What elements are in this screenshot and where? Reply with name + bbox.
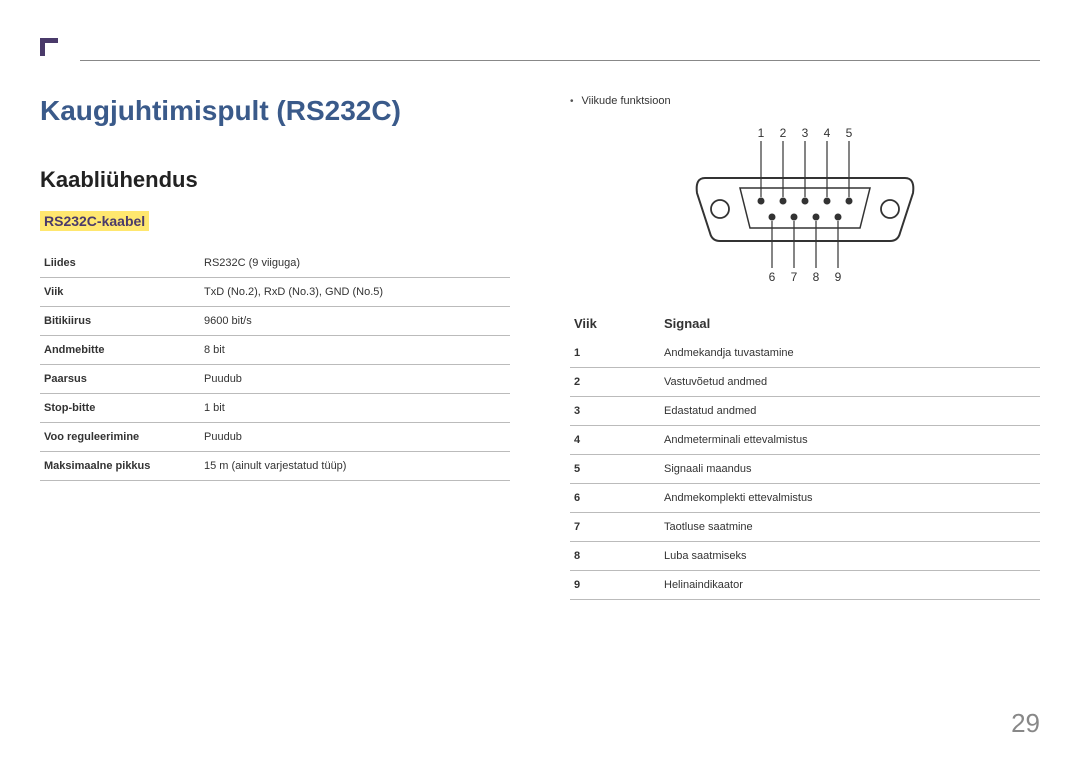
table-row: 4Andmeterminali ettevalmistus xyxy=(570,426,1040,455)
table-row: Bitikiirus9600 bit/s xyxy=(40,307,510,336)
bullet-icon: • xyxy=(570,96,574,107)
table-row: LiidesRS232C (9 viiguga) xyxy=(40,249,510,278)
bullet-text: Viikude funktsioon xyxy=(582,95,671,107)
spec-label: Liides xyxy=(40,249,200,278)
svg-text:1: 1 xyxy=(758,126,765,140)
signal-pin: 2 xyxy=(570,368,660,397)
right-column: • Viikude funktsioon 12345 xyxy=(570,95,1040,600)
signal-name: Andmeterminali ettevalmistus xyxy=(660,426,1040,455)
svg-text:3: 3 xyxy=(802,126,809,140)
spec-label: Bitikiirus xyxy=(40,307,200,336)
signal-pin: 4 xyxy=(570,426,660,455)
spec-table: LiidesRS232C (9 viiguga)ViikTxD (No.2), … xyxy=(40,249,510,481)
spec-value: Puudub xyxy=(200,423,510,452)
svg-text:7: 7 xyxy=(791,270,798,283)
svg-text:9: 9 xyxy=(835,270,842,283)
spec-value: 9600 bit/s xyxy=(200,307,510,336)
signal-name: Vastuvõetud andmed xyxy=(660,368,1040,397)
table-row: ViikTxD (No.2), RxD (No.3), GND (No.5) xyxy=(40,278,510,307)
spec-value: Puudub xyxy=(200,365,510,394)
table-row: 5Signaali maandus xyxy=(570,455,1040,484)
top-rule xyxy=(80,60,1040,61)
table-row: Maksimaalne pikkus15 m (ainult varjestat… xyxy=(40,452,510,481)
svg-text:8: 8 xyxy=(813,270,820,283)
signal-name: Luba saatmiseks xyxy=(660,542,1040,571)
signal-header-pin: Viik xyxy=(570,308,660,339)
signal-pin: 8 xyxy=(570,542,660,571)
left-column: Kaugjuhtimispult (RS232C) Kaabliühendus … xyxy=(40,95,510,600)
page-number: 29 xyxy=(1011,708,1040,739)
table-row: 7Taotluse saatmine xyxy=(570,513,1040,542)
table-row: Voo reguleeriminePuudub xyxy=(40,423,510,452)
signal-pin: 7 xyxy=(570,513,660,542)
spec-value: RS232C (9 viiguga) xyxy=(200,249,510,278)
table-row: Stop-bitte1 bit xyxy=(40,394,510,423)
svg-text:5: 5 xyxy=(846,126,853,140)
section-title: Kaabliühendus xyxy=(40,167,510,193)
svg-text:6: 6 xyxy=(769,270,776,283)
connector-diagram: 1 2 3 4 5 6 7 8 9 xyxy=(675,123,935,288)
bullet-row: • Viikude funktsioon xyxy=(570,95,1040,107)
signal-pin: 1 xyxy=(570,339,660,368)
signal-name: Helinaindikaator xyxy=(660,571,1040,600)
spec-value: 1 bit xyxy=(200,394,510,423)
table-row: 3Edastatud andmed xyxy=(570,397,1040,426)
signal-name: Andmekandja tuvastamine xyxy=(660,339,1040,368)
spec-label: Paarsus xyxy=(40,365,200,394)
spec-label: Andmebitte xyxy=(40,336,200,365)
signal-pin: 3 xyxy=(570,397,660,426)
spec-value: 15 m (ainult varjestatud tüüp) xyxy=(200,452,510,481)
signal-name: Signaali maandus xyxy=(660,455,1040,484)
signal-name: Andmekomplekti ettevalmistus xyxy=(660,484,1040,513)
spec-value: TxD (No.2), RxD (No.3), GND (No.5) xyxy=(200,278,510,307)
table-row: PaarsusPuudub xyxy=(40,365,510,394)
signal-pin: 5 xyxy=(570,455,660,484)
spec-value: 8 bit xyxy=(200,336,510,365)
table-row: 8Luba saatmiseks xyxy=(570,542,1040,571)
signal-table: Viik Signaal 1Andmekandja tuvastamine2Va… xyxy=(570,308,1040,600)
spec-label: Viik xyxy=(40,278,200,307)
signal-name: Edastatud andmed xyxy=(660,397,1040,426)
spec-label: Stop-bitte xyxy=(40,394,200,423)
table-row: 6Andmekomplekti ettevalmistus xyxy=(570,484,1040,513)
signal-pin: 9 xyxy=(570,571,660,600)
table-row: 1Andmekandja tuvastamine xyxy=(570,339,1040,368)
page-title: Kaugjuhtimispult (RS232C) xyxy=(40,95,510,127)
table-row: 9Helinaindikaator xyxy=(570,571,1040,600)
svg-text:2: 2 xyxy=(780,126,787,140)
subsection-title: RS232C-kaabel xyxy=(40,211,149,231)
svg-text:4: 4 xyxy=(824,126,831,140)
signal-header-name: Signaal xyxy=(660,308,1040,339)
table-row: Andmebitte8 bit xyxy=(40,336,510,365)
signal-pin: 6 xyxy=(570,484,660,513)
content: Kaugjuhtimispult (RS232C) Kaabliühendus … xyxy=(40,0,1040,600)
signal-name: Taotluse saatmine xyxy=(660,513,1040,542)
spec-label: Maksimaalne pikkus xyxy=(40,452,200,481)
corner-mark-icon xyxy=(40,38,58,56)
spec-label: Voo reguleerimine xyxy=(40,423,200,452)
table-row: 2Vastuvõetud andmed xyxy=(570,368,1040,397)
